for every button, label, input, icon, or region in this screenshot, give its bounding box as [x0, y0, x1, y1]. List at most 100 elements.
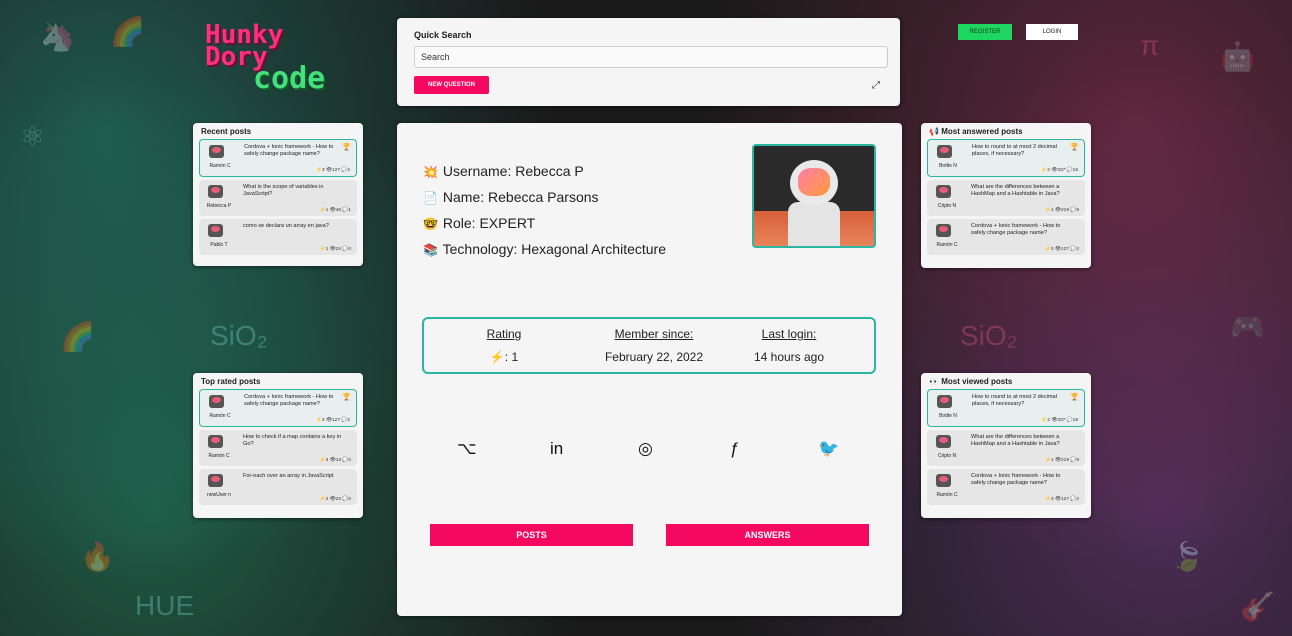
post-title: Cordova + Ionic framework - How to safel… [244, 144, 334, 157]
member-since-stat: Member since: February 22, 2022 [594, 327, 714, 364]
post-stats: ⚡2 👁337 💬18 [1041, 418, 1078, 423]
post-stats: ⚡1 👁46 💬1 [319, 208, 351, 213]
avatar [209, 145, 224, 158]
sio2-doodle: SiO₂ [960, 320, 1018, 351]
unicorn-doodle: 🦄 [40, 21, 75, 52]
avatar [937, 145, 952, 158]
name-row: 📄 Name: Rebecca Parsons [423, 185, 666, 211]
most-answered-posts-title: 📢 Most answered posts [921, 123, 1091, 136]
list-item[interactable]: Ramón C Cordova + Ionic framework - How … [199, 139, 357, 177]
astronaut-visor [798, 168, 830, 196]
list-item[interactable]: Ramón C Cordova + Ionic framework - How … [199, 389, 357, 427]
list-item[interactable]: Bottle N How to round to at most 2 decim… [927, 139, 1085, 177]
rainbow-doodle: 🌈 [60, 321, 95, 352]
rainbow-doodle: 🌈 [110, 16, 145, 47]
name-value: Rebecca Parsons [488, 189, 599, 205]
trophy-icon: 🏆 [342, 394, 351, 401]
posts-button[interactable]: POSTS [430, 524, 633, 546]
answers-button[interactable]: ANSWERS [666, 524, 869, 546]
most-viewed-posts-title: 👀 Most viewed posts [921, 373, 1091, 386]
rating-number: : 1 [504, 350, 519, 364]
register-button[interactable]: REGISTER [958, 24, 1012, 40]
last-login-value: 14 hours ago [753, 350, 825, 364]
role-label: Role: [442, 215, 476, 231]
profile-info: 💥 Username: Rebecca P 📄 Name: Rebecca Pa… [423, 159, 666, 263]
facebook-icon[interactable]: ƒ [730, 439, 739, 459]
post-stats: ⚡3 👁13 💬0 [319, 458, 351, 463]
sio2-doodle: SiO₂ [210, 320, 268, 351]
list-item[interactable]: Pablo T como se declara un array en java… [199, 219, 357, 255]
eyes-icon: 👀 [929, 377, 939, 386]
post-title: What are the differences between a HashM… [971, 434, 1060, 447]
post-title: How to round to at most 2 decimal places… [972, 394, 1057, 407]
list-item[interactable]: Rebecca P What is the scope of variables… [199, 180, 357, 216]
list-item[interactable]: newUser n For-each over an array in Java… [199, 469, 357, 505]
post-author: Ramón C [208, 453, 230, 459]
flame-doodle: 🔥 [80, 541, 115, 572]
expand-icon[interactable]: ⤢ [872, 80, 880, 91]
post-author: Rebecca P [206, 203, 232, 209]
post-title: Cordova + Ionic framework - How to safel… [244, 394, 334, 407]
post-author: Ramón C [209, 413, 231, 419]
new-question-button[interactable]: NEW QUESTION [414, 76, 489, 94]
instagram-icon[interactable]: ◎ [638, 439, 653, 459]
role-value: EXPERT [479, 215, 536, 231]
list-item[interactable]: Cripto N What are the differences betwee… [927, 430, 1085, 466]
profile-panel: 💥 Username: Rebecca P 📄 Name: Rebecca Pa… [397, 123, 902, 616]
post-author: Bottle N [939, 413, 957, 419]
trophy-icon: 🏆 [1070, 144, 1079, 151]
post-title: What are the differences between a HashM… [971, 184, 1060, 197]
rating-label: Rating [486, 327, 522, 341]
search-input[interactable] [414, 46, 888, 68]
list-item[interactable]: Ramón C Cordova + Ionic framework - How … [927, 219, 1085, 255]
post-title: Cordova + Ionic framework - How to safel… [971, 473, 1061, 486]
post-author: Pablo T [210, 242, 228, 248]
login-button[interactable]: LOGIN [1026, 24, 1078, 40]
list-item[interactable]: Ramón C Cordova + Ionic framework - How … [927, 469, 1085, 505]
avatar [208, 185, 223, 198]
technology-label: Technology: [442, 241, 518, 257]
post-stats: ⚡1 👁219 💬9 [1044, 458, 1079, 463]
technology-value: Hexagonal Architecture [521, 241, 667, 257]
list-item[interactable]: Cripto N What are the differences betwee… [927, 180, 1085, 216]
post-stats: ⚡2 👁23 💬0 [319, 497, 351, 502]
list-item[interactable]: Bottle N How to round to at most 2 decim… [927, 389, 1085, 427]
rating-stat: Rating ⚡: 1 [474, 327, 534, 364]
post-title: como se declara un array en java? [243, 223, 329, 229]
lightning-icon: ⚡ [489, 350, 505, 364]
list-item[interactable]: Ramón C How to check if a map contains a… [199, 430, 357, 466]
avatar [208, 474, 223, 487]
avatar [936, 224, 951, 237]
twitter-icon[interactable]: 🐦 [818, 439, 839, 459]
post-author: newUser n [207, 492, 231, 498]
post-stats: ⚡2 👁337 💬18 [1041, 168, 1078, 173]
name-label: Name: [442, 189, 485, 205]
technology-row: 📚 Technology: Hexagonal Architecture [423, 237, 666, 263]
avatar [936, 435, 951, 448]
post-author: Ramón C [936, 492, 958, 498]
avatar [209, 395, 224, 408]
profile-stats: Rating ⚡: 1 Member since: February 22, 2… [422, 317, 876, 374]
post-title: How to round to at most 2 decimal places… [972, 144, 1057, 157]
github-icon[interactable]: ⌥ [457, 439, 477, 459]
avatar [936, 185, 951, 198]
member-since-label: Member since: [614, 327, 694, 341]
quick-search-title: Quick Search [414, 30, 472, 40]
username-label: Username: [442, 163, 512, 179]
post-author: Bottle N [939, 163, 957, 169]
post-stats: ⚡1 👁219 💬9 [1044, 208, 1079, 213]
post-title: How to check if a map contains a key in … [243, 434, 342, 447]
leaf-doodle: 🍃 [1170, 541, 1205, 572]
post-stats: ⚡3 👁127 💬2 [1044, 247, 1079, 252]
explosion-icon: 💥 [423, 165, 438, 179]
linkedin-icon[interactable]: in [550, 439, 563, 459]
post-author: Cripto N [937, 203, 957, 209]
gamepad-doodle: 🎮 [1230, 311, 1265, 342]
recent-posts-card: Recent posts Ramón C Cordova + Ionic fra… [193, 123, 363, 266]
logo[interactable]: Hunky Dory code [205, 22, 345, 94]
guitar-doodle: 🎸 [1240, 591, 1275, 622]
username-value: Rebecca P [515, 163, 584, 179]
post-title: Cordova + Ionic framework - How to safel… [971, 223, 1061, 236]
avatar [937, 395, 952, 408]
post-stats: ⚡3 👁127 💬2 [315, 168, 350, 173]
